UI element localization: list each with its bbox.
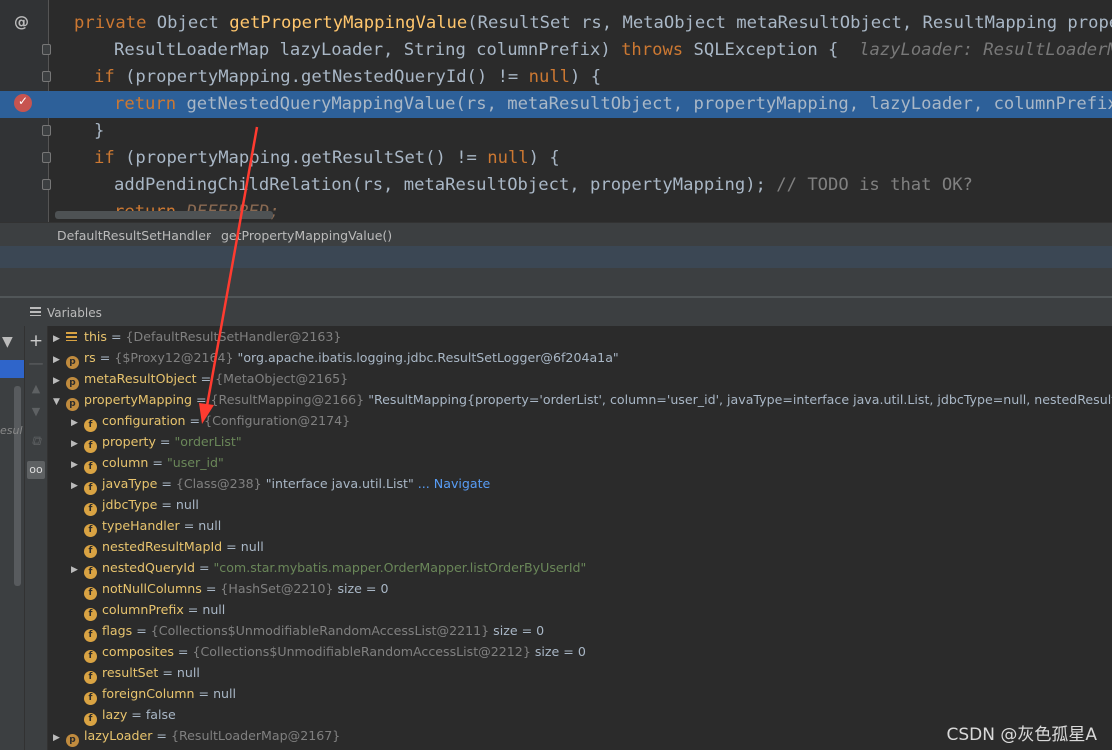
annotation-arrow-line (205, 126, 259, 407)
watermark: CSDN @灰色孤星A (946, 725, 1097, 745)
annotation-arrow (199, 126, 259, 424)
annotation-arrow-head (199, 403, 214, 424)
